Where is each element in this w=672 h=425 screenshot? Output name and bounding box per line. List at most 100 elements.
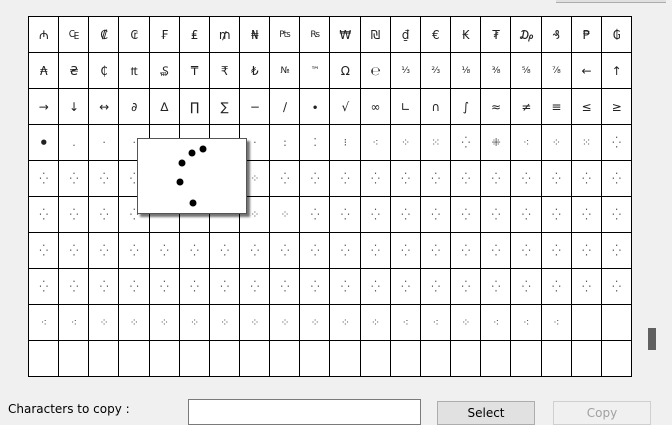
character-cell[interactable]: ⁛	[571, 161, 602, 197]
character-cell[interactable]	[89, 341, 120, 377]
character-cell[interactable]: ⁛	[390, 233, 421, 269]
character-cell[interactable]: ≈	[481, 89, 512, 125]
character-cell[interactable]: ⁛	[541, 233, 572, 269]
character-cell[interactable]: ₸	[179, 53, 210, 89]
character-cell[interactable]: ←	[571, 53, 602, 89]
character-cell[interactable]: ⁛	[601, 161, 632, 197]
character-cell[interactable]: ⁛	[59, 269, 90, 305]
character-cell[interactable]: ⁛	[29, 233, 60, 269]
character-cell[interactable]	[390, 341, 421, 377]
character-cell[interactable]: ⁘	[209, 305, 241, 341]
character-cell[interactable]: ⁘	[270, 197, 301, 233]
character-cell[interactable]: ⁘	[390, 125, 421, 161]
character-cell[interactable]	[29, 341, 60, 377]
character-cell[interactable]: ⁛	[29, 269, 60, 305]
character-cell[interactable]	[601, 341, 632, 377]
character-cell[interactable]: ⁛	[330, 233, 361, 269]
character-cell[interactable]: ∙	[300, 89, 331, 125]
character-cell[interactable]: ⁛	[300, 197, 331, 233]
character-cell[interactable]: ⁛	[420, 233, 452, 269]
character-cell[interactable]: ≥	[601, 89, 632, 125]
character-cell[interactable]: ⁘	[89, 305, 120, 341]
character-cell[interactable]: ⁛	[179, 233, 210, 269]
character-cell[interactable]: ⅝	[511, 53, 542, 89]
character-cell[interactable]: ⁛	[481, 161, 512, 197]
character-cell[interactable]: ∕	[270, 89, 301, 125]
character-cell[interactable]: ⅔	[420, 53, 452, 89]
character-cell[interactable]: ₧	[270, 17, 301, 53]
character-cell[interactable]: ⁘	[149, 305, 180, 341]
character-cell[interactable]: ⁛	[59, 197, 90, 233]
copy-button[interactable]: Copy	[553, 401, 651, 425]
character-cell[interactable]: ⅞	[541, 53, 572, 89]
character-cell[interactable]: ⁛	[360, 269, 391, 305]
character-cell[interactable]	[240, 341, 271, 377]
character-cell[interactable]: ₺	[240, 53, 271, 89]
select-button[interactable]: Select	[437, 401, 535, 425]
character-cell[interactable]: ⁖	[360, 125, 391, 161]
character-cell[interactable]: ⁛	[601, 197, 632, 233]
character-cell[interactable]: ⁘	[179, 305, 210, 341]
character-cell[interactable]: ∆	[149, 89, 180, 125]
character-cell[interactable]: ⁛	[270, 161, 301, 197]
character-cell[interactable]: ⁝	[330, 125, 361, 161]
character-cell[interactable]: ⁛	[541, 161, 572, 197]
character-cell[interactable]: ₠	[59, 17, 90, 53]
character-cell[interactable]: ⁙	[571, 125, 602, 161]
character-cell[interactable]: ⁛	[300, 233, 331, 269]
character-cell[interactable]: ⁖	[481, 305, 512, 341]
character-cell[interactable]: ⁛	[420, 269, 452, 305]
character-cell[interactable]: :	[270, 125, 301, 161]
character-cell[interactable]: ⁛	[451, 233, 482, 269]
character-cell[interactable]	[149, 341, 180, 377]
character-cell[interactable]: ⁛	[390, 197, 421, 233]
character-cell[interactable]: ⁛	[240, 233, 271, 269]
character-cell[interactable]: ⅜	[481, 53, 512, 89]
character-cell[interactable]: ⁚	[300, 125, 331, 161]
character-cell[interactable]: ⁛	[511, 161, 542, 197]
character-cell[interactable]: ⁛	[481, 269, 512, 305]
characters-to-copy-field[interactable]	[188, 399, 421, 425]
character-cell[interactable]: ⁛	[119, 269, 150, 305]
character-cell[interactable]: ⁛	[420, 161, 452, 197]
character-cell[interactable]: ₳	[29, 53, 60, 89]
character-cell[interactable]: ⁛	[119, 233, 150, 269]
character-cell[interactable]: ₴	[59, 53, 90, 89]
character-cell[interactable]: ⁘	[541, 125, 572, 161]
character-cell[interactable]: ∫	[451, 89, 482, 125]
character-cell[interactable]	[571, 305, 602, 341]
character-cell[interactable]	[270, 341, 301, 377]
character-cell[interactable]: ₨	[300, 17, 331, 53]
character-grid[interactable]: ₼ ₠ ₡ ₢ ₣ ₤ ₥ ₦ ₧ ₨ ₩ ₪ ₫ € ₭ ₮ ₯ ₰ ₱ ₲ ₳ ₴ ₵ ₶ ₷ ₸ ₹ ₺ № ™ Ω ℮ ⅓ ⅔ ⅛ ⅜ ⅝ ⅞ ← ↑…	[28, 16, 632, 377]
character-cell[interactable]: ₼	[29, 17, 60, 53]
character-cell[interactable]: ⁖	[511, 305, 542, 341]
character-cell[interactable]: ₫	[390, 17, 421, 53]
character-cell[interactable]: .	[59, 125, 90, 161]
character-cell[interactable]: ⁛	[209, 233, 241, 269]
character-cell[interactable]: ⁛	[420, 197, 452, 233]
character-cell[interactable]: ₱	[571, 17, 602, 53]
character-cell[interactable]: ⁛	[360, 161, 391, 197]
character-cell[interactable]: ⁛	[270, 233, 301, 269]
character-cell[interactable]	[481, 341, 512, 377]
character-cell[interactable]: ⁘	[119, 305, 150, 341]
character-cell[interactable]: ⁛	[451, 197, 482, 233]
character-cell[interactable]: ⁖	[541, 305, 572, 341]
character-cell[interactable]: ⁛	[29, 197, 60, 233]
character-cell[interactable]: ⁛	[601, 269, 632, 305]
character-cell[interactable]: ⁛	[209, 269, 241, 305]
character-cell[interactable]: ⁛	[59, 161, 90, 197]
character-cell[interactable]: −	[240, 89, 271, 125]
character-cell[interactable]: ₤	[179, 17, 210, 53]
character-cell[interactable]: ⁛	[390, 161, 421, 197]
character-cell[interactable]: Ω	[330, 53, 361, 89]
character-cell[interactable]: ⁛	[89, 161, 120, 197]
character-cell[interactable]: ⁛	[330, 161, 361, 197]
character-cell[interactable]: ⁛	[59, 233, 90, 269]
character-cell[interactable]: ≠	[511, 89, 542, 125]
character-cell[interactable]: ₲	[601, 17, 632, 53]
character-cell[interactable]	[571, 341, 602, 377]
character-cell[interactable]	[541, 341, 572, 377]
character-cell[interactable]: ₯	[511, 17, 542, 53]
character-cell[interactable]: ⁛	[511, 269, 542, 305]
